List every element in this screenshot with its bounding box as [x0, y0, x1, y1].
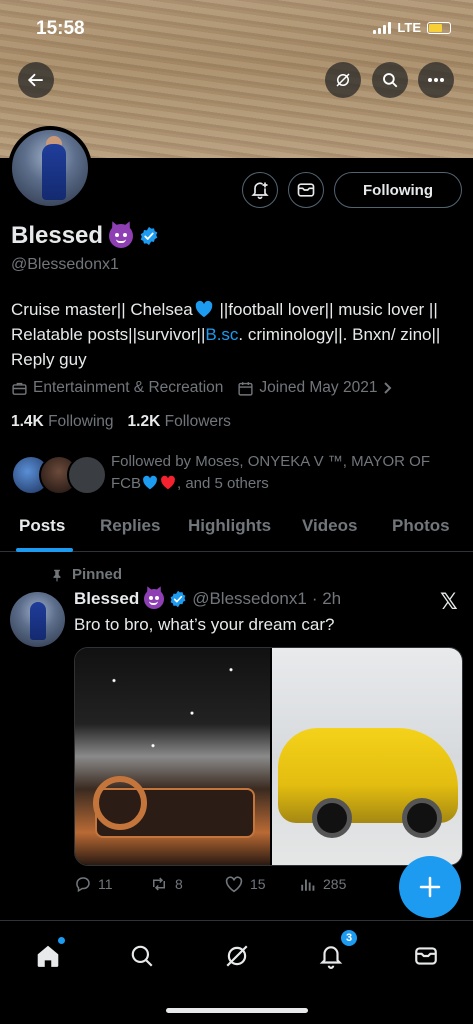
views-count: 285	[323, 876, 347, 892]
tab-posts[interactable]: Posts	[19, 516, 65, 536]
following-stat[interactable]: 1.4K Following	[11, 413, 114, 431]
pinned-indicator: Pinned	[50, 566, 122, 583]
heart-icon	[225, 876, 243, 893]
follower-avatars	[11, 455, 107, 495]
post-actions: 11 8 15 285	[74, 875, 374, 893]
profile-meta: Entertainment & Recreation Joined May 20…	[11, 379, 394, 397]
nav-notifications[interactable]: 3	[316, 929, 358, 971]
post-text: Bro to bro, what’s your dream car?	[74, 615, 335, 634]
following-label: Following	[48, 413, 114, 430]
arrow-left-icon	[27, 73, 43, 87]
nav-messages[interactable]	[411, 941, 441, 971]
followers-label: Followers	[164, 413, 231, 430]
nav-search[interactable]	[127, 941, 157, 971]
nav-home[interactable]	[33, 937, 65, 971]
grok-icon	[336, 73, 350, 87]
grok-button[interactable]	[325, 62, 361, 98]
active-tab-indicator	[16, 548, 73, 552]
search-button[interactable]	[372, 62, 408, 98]
category-item: Entertainment & Recreation	[11, 379, 223, 397]
post-time: · 2h	[311, 589, 342, 608]
envelope-icon	[297, 183, 315, 197]
tab-videos[interactable]: Videos	[302, 516, 357, 536]
like-button[interactable]: 15	[224, 875, 299, 893]
post-media[interactable]	[74, 647, 463, 866]
notifications-toggle-button[interactable]	[242, 172, 278, 208]
post-author-handle: @Blessedonx1	[192, 589, 307, 608]
home-indicator	[166, 1008, 308, 1013]
network-label: LTE	[397, 20, 421, 35]
message-button[interactable]	[288, 172, 324, 208]
bell-plus-icon	[251, 182, 269, 200]
joined-item[interactable]: Joined May 2021	[237, 379, 394, 397]
status-time: 15:58	[36, 18, 85, 39]
following-button[interactable]: Following	[334, 172, 462, 208]
chevron-right-icon	[384, 382, 392, 394]
profile-handle: @Blessedonx1	[11, 256, 119, 273]
briefcase-icon	[12, 382, 27, 395]
followed-by-text: Followed by Moses, ONYEKA V ™, MAYOR OF …	[111, 451, 463, 495]
verified-badge-icon	[170, 590, 186, 608]
joined-label: Joined May 2021	[259, 379, 378, 396]
profile-avatar[interactable]	[8, 126, 92, 210]
envelope-icon	[415, 947, 437, 965]
repost-icon	[153, 877, 165, 891]
tab-photos[interactable]: Photos	[392, 516, 450, 536]
verified-badge-icon[interactable]	[139, 226, 159, 246]
following-count: 1.4K	[11, 413, 44, 430]
blue-heart-icon	[143, 475, 157, 490]
post-author-name[interactable]: Blessed	[74, 589, 139, 609]
nav-grok[interactable]	[222, 941, 252, 971]
x-logo-icon[interactable]: 𝕏	[440, 589, 458, 615]
grok-icon	[226, 945, 248, 967]
search-icon	[131, 945, 153, 967]
reply-count: 11	[98, 876, 113, 892]
plus-icon	[419, 876, 441, 898]
tab-replies[interactable]: Replies	[100, 516, 160, 536]
yellow-car-image[interactable]	[272, 648, 462, 865]
repost-count: 8	[175, 876, 183, 892]
profile-name: Blessed	[11, 222, 104, 249]
bell-icon	[319, 946, 343, 969]
post-header: Blessed @Blessedonx1 · 2h	[74, 589, 341, 609]
views-button[interactable]: 285	[299, 875, 374, 893]
pinned-label: Pinned	[72, 566, 123, 583]
notifications-badge: 3	[340, 929, 358, 947]
views-icon	[301, 879, 315, 891]
bio-link[interactable]: B.sc	[205, 325, 238, 344]
search-icon	[383, 73, 398, 88]
back-button[interactable]	[18, 62, 54, 98]
blue-heart-icon	[195, 300, 213, 318]
status-indicators: LTE	[373, 20, 451, 35]
car-interior-image[interactable]	[75, 648, 270, 865]
more-options-button[interactable]	[418, 62, 454, 98]
home-new-indicator	[58, 937, 65, 944]
followed-by-others: , and 5 others	[177, 475, 269, 492]
profile-bio: Cruise master|| Chelsea ||football lover…	[11, 297, 463, 372]
signal-icon	[373, 21, 392, 34]
more-icon	[428, 78, 444, 82]
profile-name-row: Blessed	[11, 222, 159, 250]
followers-count: 1.2K	[127, 413, 161, 430]
repost-button[interactable]: 8	[149, 875, 224, 893]
followers-stat[interactable]: 1.2K Followers	[128, 413, 231, 431]
compose-post-button[interactable]	[399, 856, 461, 918]
reply-icon	[76, 877, 90, 893]
devil-emoji-icon	[109, 224, 134, 248]
profile-tabs: Posts Replies Highlights Videos Photos	[0, 504, 473, 552]
pin-icon	[53, 569, 61, 581]
devil-emoji-icon	[144, 589, 165, 609]
bio-text-1: Cruise master|| Chelsea	[11, 300, 193, 319]
tab-highlights[interactable]: Highlights	[188, 516, 271, 536]
follow-stats: 1.4K Following 1.2K Followers	[11, 413, 231, 431]
calendar-icon	[238, 381, 253, 396]
red-heart-icon	[161, 475, 175, 490]
post-author-avatar[interactable]	[10, 592, 65, 647]
reply-button[interactable]: 11	[74, 875, 149, 893]
like-count: 15	[250, 876, 266, 892]
battery-icon	[427, 21, 451, 34]
home-icon	[37, 945, 59, 967]
category-label: Entertainment & Recreation	[33, 379, 224, 396]
avatar	[67, 455, 107, 495]
